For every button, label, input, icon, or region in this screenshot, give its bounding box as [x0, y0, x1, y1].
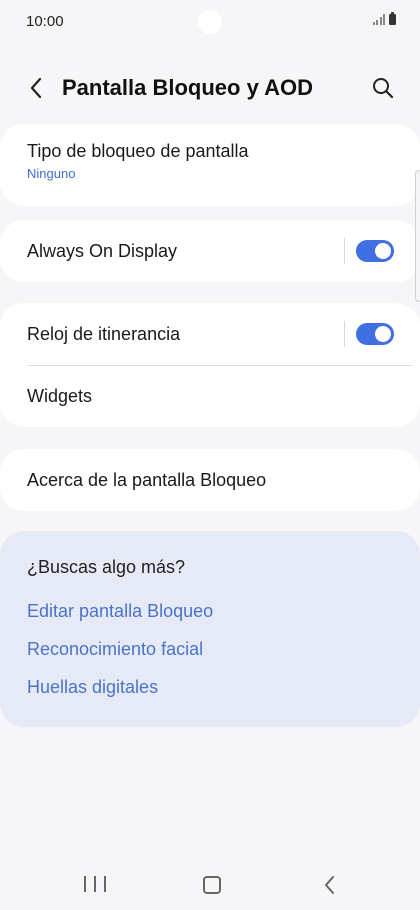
recents-icon[interactable]	[84, 876, 106, 894]
about-row[interactable]: Acerca de la pantalla Bloqueo	[0, 449, 420, 511]
lock-type-row[interactable]: Tipo de bloqueo de pantalla Ninguno	[0, 124, 420, 206]
home-icon[interactable]	[203, 876, 221, 894]
navigation-bar	[0, 860, 420, 910]
lock-type-label: Tipo de bloqueo de pantalla	[27, 141, 249, 161]
chevron-left-icon	[30, 77, 42, 99]
app-header: Pantalla Bloqueo y AOD	[0, 62, 420, 116]
scroll-indicator[interactable]	[415, 170, 420, 302]
search-button[interactable]	[368, 73, 398, 103]
roaming-clock-divider	[344, 321, 345, 347]
back-button[interactable]	[22, 74, 50, 102]
roaming-clock-row[interactable]: Reloj de itinerancia	[0, 303, 420, 365]
lock-type-card: Tipo de bloqueo de pantalla Ninguno	[0, 124, 420, 206]
aod-row[interactable]: Always On Display	[0, 220, 420, 282]
aod-label: Always On Display	[27, 241, 178, 261]
lock-type-value: Ninguno	[27, 166, 76, 181]
about-card: Acerca de la pantalla Bloqueo	[0, 449, 420, 511]
aod-toggle-knob	[375, 243, 391, 259]
battery-icon	[389, 12, 396, 25]
face-recognition-link[interactable]: Reconocimiento facial	[27, 639, 203, 660]
about-label: Acerca de la pantalla Bloqueo	[27, 470, 267, 490]
signal-icon	[372, 14, 385, 25]
status-bar: 10:00	[0, 0, 420, 44]
back-icon[interactable]	[320, 874, 340, 896]
page-title: Pantalla Bloqueo y AOD	[62, 75, 314, 100]
widgets-label: Widgets	[27, 386, 93, 406]
roaming-clock-toggle-knob	[375, 326, 391, 342]
widgets-row[interactable]: Widgets	[0, 366, 420, 427]
camera-cutout	[198, 10, 222, 34]
edit-lock-screen-link[interactable]: Editar pantalla Bloqueo	[27, 601, 213, 622]
search-icon	[373, 78, 394, 99]
suggestions-card: ¿Buscas algo más? Editar pantalla Bloque…	[0, 531, 420, 727]
status-icons	[372, 12, 396, 25]
aod-card: Always On Display	[0, 220, 420, 282]
roaming-clock-label: Reloj de itinerancia	[27, 324, 181, 344]
roaming-clock-toggle[interactable]	[356, 323, 394, 345]
aod-toggle[interactable]	[356, 240, 394, 262]
fingerprints-link[interactable]: Huellas digitales	[27, 677, 158, 698]
suggestions-title: ¿Buscas algo más?	[27, 557, 186, 577]
clock-widgets-card: Reloj de itinerancia Widgets	[0, 303, 420, 427]
aod-divider	[344, 238, 345, 264]
status-time: 10:00	[26, 13, 64, 30]
